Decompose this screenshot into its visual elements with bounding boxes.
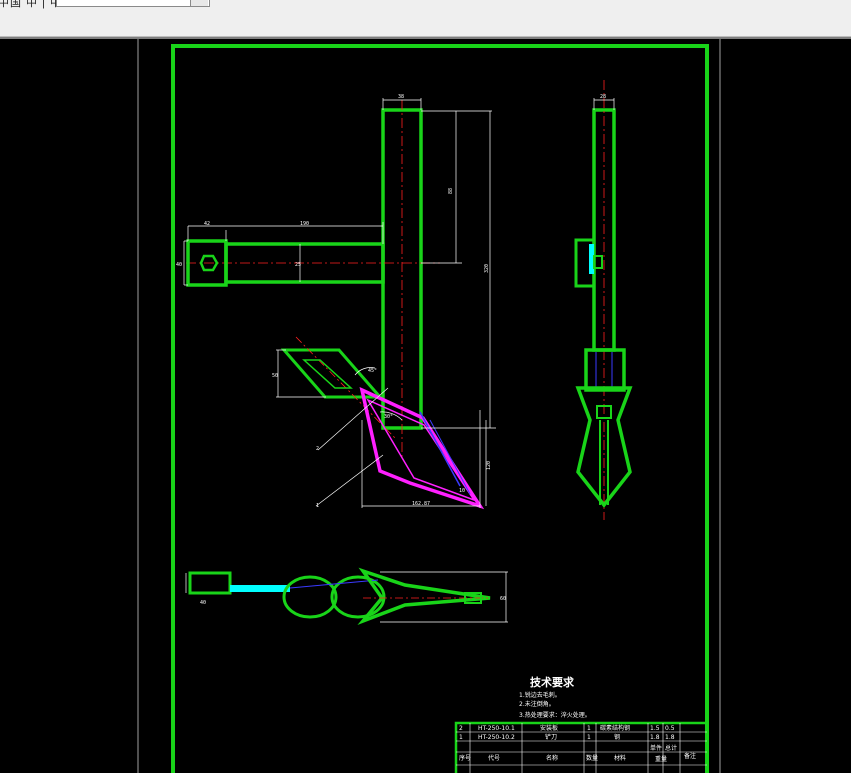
- tb-row1-weight: 1.8: [650, 734, 660, 741]
- dim-rhombus-left: 50: [272, 373, 278, 379]
- side-mount: [584, 348, 626, 392]
- tb-header-material: 材料: [614, 754, 626, 762]
- drawing-frame: [171, 44, 709, 773]
- tb-row1-code: HT-250-10.2: [478, 734, 515, 741]
- drawing-canvas[interactable]: 38 88 320 42 190 40 25 50 45° 30° 162.87…: [0, 39, 851, 773]
- dim-side-top: 28: [600, 94, 606, 100]
- tb-row1-qty: 1: [587, 734, 591, 741]
- dim-angle-blade: 30°: [384, 414, 393, 420]
- dim-left-height: 40: [176, 262, 182, 268]
- tb-row2-name: 安装板: [540, 724, 558, 732]
- bottom-view: 40 60: [185, 567, 508, 625]
- callout-1: 1: [316, 503, 319, 509]
- blade-edge-line: [419, 411, 461, 487]
- tb-row1-seq: 1: [459, 734, 463, 741]
- dim-bottom-right: 60: [500, 596, 506, 602]
- tb-header-mass: 重量: [655, 755, 667, 763]
- dim-blade-width: 162.87: [412, 501, 430, 507]
- tb-header-remark: 备注: [684, 752, 696, 760]
- tb-row2-qty: 1: [587, 725, 591, 732]
- plate-inner: [302, 359, 353, 389]
- cad-drawing[interactable]: 38 88 320 42 190 40 25 50 45° 30° 162.87…: [0, 39, 851, 773]
- dim-blade-height: 120: [486, 461, 492, 470]
- front-dimensions: [183, 98, 496, 508]
- tb-header-qty: 数量: [586, 754, 598, 762]
- tb-row1-material: 钢: [614, 733, 620, 741]
- tech-requirements-title: 技术要求: [530, 675, 575, 689]
- title-block: 2 HT-250-10.1 安装板 1 碳素结构钢 1.5 0.5 1 HT-2…: [454, 721, 709, 773]
- dim-bottom-left: 40: [200, 600, 206, 606]
- toolbar-label: 中国 中 | 中: [0, 0, 63, 9]
- layer-dropdown[interactable]: [56, 0, 210, 7]
- dim-right-total: 320: [484, 264, 490, 273]
- dropdown-arrow-icon[interactable]: [190, 0, 208, 6]
- tb-header-unit: 总计: [665, 744, 677, 752]
- dim-blade-small: 10: [459, 488, 465, 494]
- dim-top-width: 38: [398, 94, 404, 100]
- tech-note-3: 3.热处理要求：淬火处理。: [519, 711, 591, 719]
- toolbar: 中国 中 | 中: [0, 0, 851, 37]
- dim-top-right: 88: [448, 188, 454, 194]
- tb-row1-name: 铲刀: [545, 733, 557, 741]
- tb-row2-seq: 2: [459, 725, 463, 732]
- callout-2: 2: [316, 446, 319, 452]
- dim-angle-small: 45°: [368, 368, 377, 374]
- dim-left-box: 42: [204, 221, 210, 227]
- dim-arm-mid: 25: [295, 262, 301, 268]
- tb-row2-unit: 0.5: [665, 725, 675, 732]
- tb-row2-code: HT-250-10.1: [478, 725, 515, 732]
- tb-row2-material: 碳素结构钢: [600, 724, 630, 732]
- tb-header-code: 代号: [488, 754, 500, 762]
- dim-left-arm-length: 190: [300, 221, 309, 227]
- blade-edge-line-2: [429, 419, 471, 495]
- bottom-block: [188, 571, 232, 595]
- bottom-arm: [230, 585, 290, 592]
- tb-header-seq: 序号: [459, 754, 471, 762]
- tb-row2-weight: 1.5: [650, 725, 660, 732]
- tb-header-name: 名称: [546, 754, 558, 762]
- tech-note-1: 1.锐边去毛刺。: [519, 691, 561, 699]
- bottom-blade: [357, 567, 491, 625]
- front-view: [186, 100, 485, 510]
- tech-note-2: 2.未注倒角。: [519, 700, 555, 708]
- tb-header-weight: 单件: [650, 744, 662, 752]
- side-view: 28: [574, 80, 633, 520]
- bottom-boss-1: [282, 575, 338, 619]
- tech-requirements: 技术要求 1.锐边去毛刺。 2.未注倒角。 3.热处理要求：淬火处理。: [519, 675, 591, 719]
- tb-row1-unit: 1.8: [665, 734, 675, 741]
